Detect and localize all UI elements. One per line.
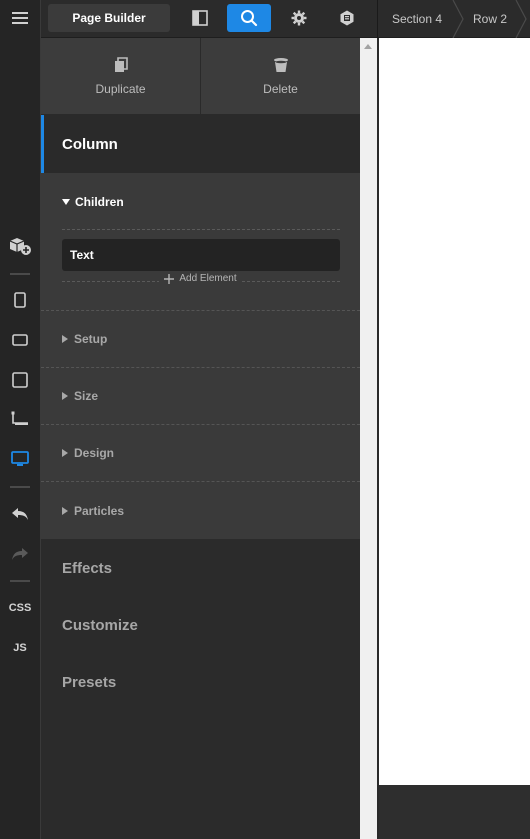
add-element-label: Add Element (179, 273, 237, 284)
presets-tab[interactable]: Presets (62, 674, 116, 691)
delete-button[interactable]: Delete (200, 38, 360, 115)
tablet-view-icon[interactable] (0, 366, 40, 394)
child-item[interactable]: Text (62, 239, 340, 271)
left-rail: CSS JS (0, 0, 41, 839)
breadcrumb-row[interactable]: Row 2 (473, 0, 507, 38)
inspector-panel: Duplicate Delete Column Children Text Ad… (41, 38, 360, 839)
hamburger-menu-icon[interactable] (0, 4, 40, 32)
css-label: CSS (8, 602, 32, 614)
particles-section[interactable]: Particles (41, 482, 360, 539)
children-section: Children Text Add Element (41, 173, 360, 311)
preview-canvas[interactable] (377, 38, 530, 839)
setup-section[interactable]: Setup (41, 311, 360, 368)
plus-icon (164, 273, 175, 284)
desktop-view-icon[interactable] (0, 445, 40, 473)
size-label: Size (74, 389, 99, 403)
children-toggle[interactable]: Children (62, 195, 124, 209)
caret-right-icon (62, 392, 68, 400)
scroll-up-arrow-icon[interactable] (364, 44, 372, 49)
duplicate-button[interactable]: Duplicate (41, 38, 200, 115)
duplicate-label: Duplicate (95, 82, 146, 96)
mobile-landscape-icon[interactable] (0, 326, 40, 354)
add-elements-icon[interactable] (0, 232, 40, 260)
top-bar: Page Builder Section 4 Row 2 (41, 0, 530, 38)
trash-icon (273, 58, 288, 72)
caret-right-icon (62, 506, 68, 515)
redo-icon[interactable] (0, 540, 40, 568)
save-icon[interactable] (325, 4, 369, 32)
laptop-view-icon[interactable] (0, 405, 40, 433)
setup-label: Setup (74, 332, 108, 346)
element-actions: Duplicate Delete (41, 38, 360, 115)
particles-label: Particles (74, 503, 125, 518)
panel-scrollbar[interactable] (360, 38, 377, 839)
page-builder-button[interactable]: Page Builder (48, 4, 170, 32)
children-dashed-divider (62, 229, 340, 230)
undo-icon[interactable] (0, 500, 40, 528)
mobile-view-icon[interactable] (0, 286, 40, 314)
js-label: JS (13, 642, 27, 654)
effects-tab[interactable]: Effects (62, 560, 112, 577)
add-element-button[interactable]: Add Element (41, 273, 360, 284)
design-label: Design (74, 446, 115, 460)
caret-right-icon (62, 449, 68, 457)
search-icon[interactable] (227, 4, 271, 32)
breadcrumb-chevron-icon (515, 0, 527, 38)
topbar-divider (377, 0, 378, 38)
breadcrumb-chevron-icon (452, 0, 464, 38)
rail-divider (10, 273, 30, 275)
customize-tab[interactable]: Customize (62, 617, 138, 634)
children-label: Children (75, 195, 124, 209)
toggle-panel-icon[interactable] (178, 4, 222, 32)
breadcrumb-section[interactable]: Section 4 (392, 0, 442, 38)
copy-icon (114, 57, 128, 72)
element-title: Column (41, 115, 360, 173)
custom-js-button[interactable]: JS (0, 634, 40, 662)
delete-label: Delete (263, 82, 298, 96)
caret-right-icon (62, 335, 68, 343)
custom-css-button[interactable]: CSS (0, 594, 40, 622)
caret-down-icon (62, 199, 70, 205)
gear-icon[interactable] (277, 4, 321, 32)
size-section[interactable]: Size (41, 368, 360, 425)
preview-footer (379, 785, 530, 839)
rail-divider (10, 580, 30, 582)
design-section[interactable]: Design (41, 425, 360, 482)
rail-divider (10, 486, 30, 488)
